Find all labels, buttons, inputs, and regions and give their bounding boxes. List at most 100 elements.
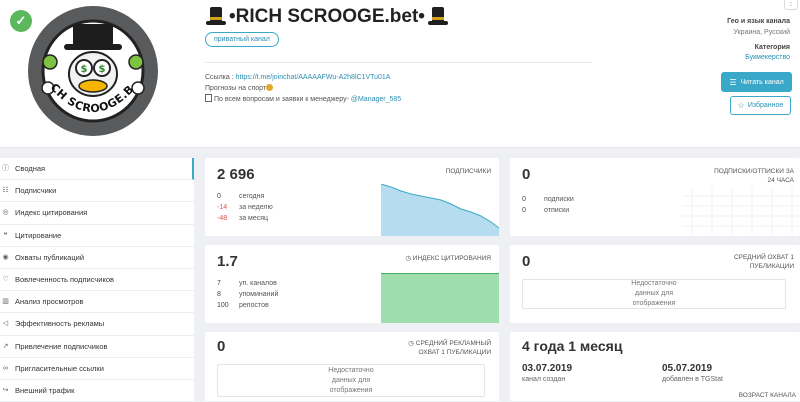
reach-card: 0 средний охват 1 публикации Недостаточн… <box>510 245 800 323</box>
money-bag-icon <box>266 84 274 91</box>
users-icon: ☷ <box>2 187 9 195</box>
trend-icon: ↗ <box>2 342 9 350</box>
scrooge-logo: $ $ RICH SCROOGE.BET <box>28 6 145 123</box>
citation-value: 1.7 <box>217 253 238 270</box>
megaphone-icon: ◁ <box>2 320 9 328</box>
read-channel-label: Читать канал <box>740 78 784 86</box>
quote-icon: ❝ <box>3 231 8 239</box>
list-icon: ☰ <box>729 77 737 87</box>
sidebar-item-3[interactable]: ◎ Индекс цитирования <box>0 202 194 225</box>
sidebar-item-label: Внешний трафик <box>15 385 75 395</box>
stat-text: уп. каналов <box>239 280 277 287</box>
sidebar-item-9[interactable]: ↗ Привлечение подписчиков <box>0 336 194 358</box>
stat-text: за месяц <box>239 215 269 222</box>
subs-unsubs-card: 0 подписки/отписки за 24 часа 0 подписки 0… <box>510 158 800 236</box>
target-icon: ◎ <box>2 209 9 217</box>
channel-avatar: $ $ RICH SCROOGE.BET <box>28 6 158 136</box>
channel-title-text: •RICH SCROOGE.bet• <box>229 6 425 27</box>
subs-unsubs-chart-grid <box>682 188 800 234</box>
citation-stats: 7 уп. каналов 8 упоминаний 100 репостов <box>217 278 278 311</box>
description-line-3: По всем вопросам и заявки к менеджеру- <box>214 96 351 103</box>
stat-text: репостов <box>239 302 269 309</box>
sidebar-item-2[interactable]: ☷ Подписчики <box>0 180 194 203</box>
sidebar-item-label: Эффективность рекламы <box>15 319 105 329</box>
subscribers-label: подписчики <box>445 168 491 175</box>
stat-text: отписки <box>544 207 570 214</box>
stat-row: 100 репостов <box>217 300 278 311</box>
sidebar-item-label: Анализ просмотров <box>15 297 84 307</box>
clock-icon: ◷ <box>408 340 416 347</box>
subscribers-value: 2 696 <box>217 166 255 183</box>
sidebar-item-7[interactable]: ▥ Анализ просмотров <box>0 291 194 314</box>
stat-number: 100 <box>217 302 229 309</box>
sidebar-item-10[interactable]: ∞ Пригласительные ссылки <box>0 358 194 380</box>
favorite-button[interactable]: ☆ Избранное <box>730 96 791 115</box>
verified-badge-icon: ✓ <box>10 10 32 32</box>
stat-number: 8 <box>217 291 221 298</box>
read-channel-button[interactable]: ☰ Читать канал <box>721 72 792 92</box>
manager-link[interactable]: @Manager_585 <box>351 96 401 103</box>
stat-number: 0 <box>522 207 526 214</box>
added-label: добавлен в TGStat <box>662 376 723 383</box>
svg-text:$: $ <box>81 64 88 75</box>
citation-chart <box>381 273 499 323</box>
chart-icon: ▥ <box>2 298 9 306</box>
reach-value: 0 <box>522 253 531 270</box>
sidebar-item-5[interactable]: ◉ Охваты публикаций <box>0 247 194 269</box>
link-label: Ссылка : <box>205 74 236 81</box>
sidebar-item-label: Вовлеченность подписчиков <box>15 275 114 285</box>
stat-row: 0 сегодня <box>217 191 273 202</box>
subscribers-chart <box>381 184 499 236</box>
geo-label: Гео и язык канала <box>727 18 790 25</box>
created-label: канал создан <box>522 376 566 383</box>
geo-value: Украина, Русский <box>733 29 790 36</box>
reach-label: средний охват 1 публикации <box>733 254 794 270</box>
ad-reach-value: 0 <box>217 338 226 355</box>
more-menu-icon[interactable]: ⋮ <box>784 0 798 10</box>
subs-unsubs-stats: 0 подписки 0 отписки <box>522 194 574 216</box>
channel-title: •RICH SCROOGE.bet• <box>205 6 449 28</box>
svg-text:$: $ <box>99 64 106 75</box>
sidebar-item-6[interactable]: ♡ Вовлеченность подписчиков <box>0 269 194 292</box>
citation-label: ◷ индекс цитирования <box>405 255 491 262</box>
ad-reach-nodata: Недостаточно данных для отображения <box>217 364 485 397</box>
sidebar-item-8[interactable]: ◁ Эффективность рекламы <box>0 313 194 336</box>
sidebar-item-label: Привлечение подписчиков <box>15 341 108 351</box>
stat-row: 7 уп. каналов <box>217 278 278 289</box>
sidebar-item-1[interactable]: ⓘ Сводная <box>0 158 194 181</box>
star-icon: ☆ <box>737 101 745 110</box>
sidebar-item-label: Индекс цитирования <box>15 208 88 218</box>
header-divider <box>205 62 592 63</box>
stat-number: 0 <box>217 193 221 200</box>
description-line-2: Прогнозы на спорт <box>205 85 267 92</box>
heart-icon: ♡ <box>2 276 9 284</box>
created-date: 03.07.2019 <box>522 363 573 374</box>
stat-text: за неделю <box>239 204 273 211</box>
channel-description: Ссылка : https://t.me/joinchat/AAAAAFWu-… <box>205 72 401 105</box>
invite-link[interactable]: https://t.me/joinchat/AAAAAFWu-A2h8lC1VT… <box>236 74 391 81</box>
stat-row: -48 за месяц <box>217 213 273 224</box>
channel-header: $ $ RICH SCROOGE.BET ✓ •RICH SCROOGE.bet… <box>0 0 800 148</box>
favorite-label: Избранное <box>747 102 784 109</box>
subscribers-card: 2 696 подписчики 0 сегодня -14 за неделю -48… <box>205 158 499 236</box>
sidebar-item-4[interactable]: ❝ Цитирование <box>0 225 194 247</box>
sidebar: ⓘ Сводная ☷ Подписчики ◎ Индекс цитирования ❝ Ц… <box>0 158 194 402</box>
link-icon: ∞ <box>3 364 8 372</box>
top-hat-icon <box>427 6 449 28</box>
info-icon: ⓘ <box>2 165 9 173</box>
sidebar-item-11[interactable]: ↪ Внешний трафик <box>0 380 194 402</box>
stat-row: 0 отписки <box>522 205 574 216</box>
stat-number: 7 <box>217 280 221 287</box>
stat-number: -14 <box>217 204 228 211</box>
subscribers-stats: 0 сегодня -14 за неделю -48 за месяц <box>217 191 273 224</box>
ad-reach-card: 0 ◷ средний рекламный охват 1 публикации… <box>205 332 499 401</box>
stat-number: 0 <box>522 196 526 203</box>
private-channel-badge: приватный канал <box>205 32 279 47</box>
sidebar-item-label: Охваты публикаций <box>15 252 85 262</box>
sidebar-item-label: Подписчики <box>15 186 57 196</box>
arrow-icon: ↪ <box>2 386 9 394</box>
subs-unsubs-value: 0 <box>522 166 531 183</box>
subs-unsubs-label: подписки/отписки за 24 часа <box>714 168 794 184</box>
eye-icon: ◉ <box>2 253 9 261</box>
category-link[interactable]: Букмекерство <box>745 54 790 61</box>
